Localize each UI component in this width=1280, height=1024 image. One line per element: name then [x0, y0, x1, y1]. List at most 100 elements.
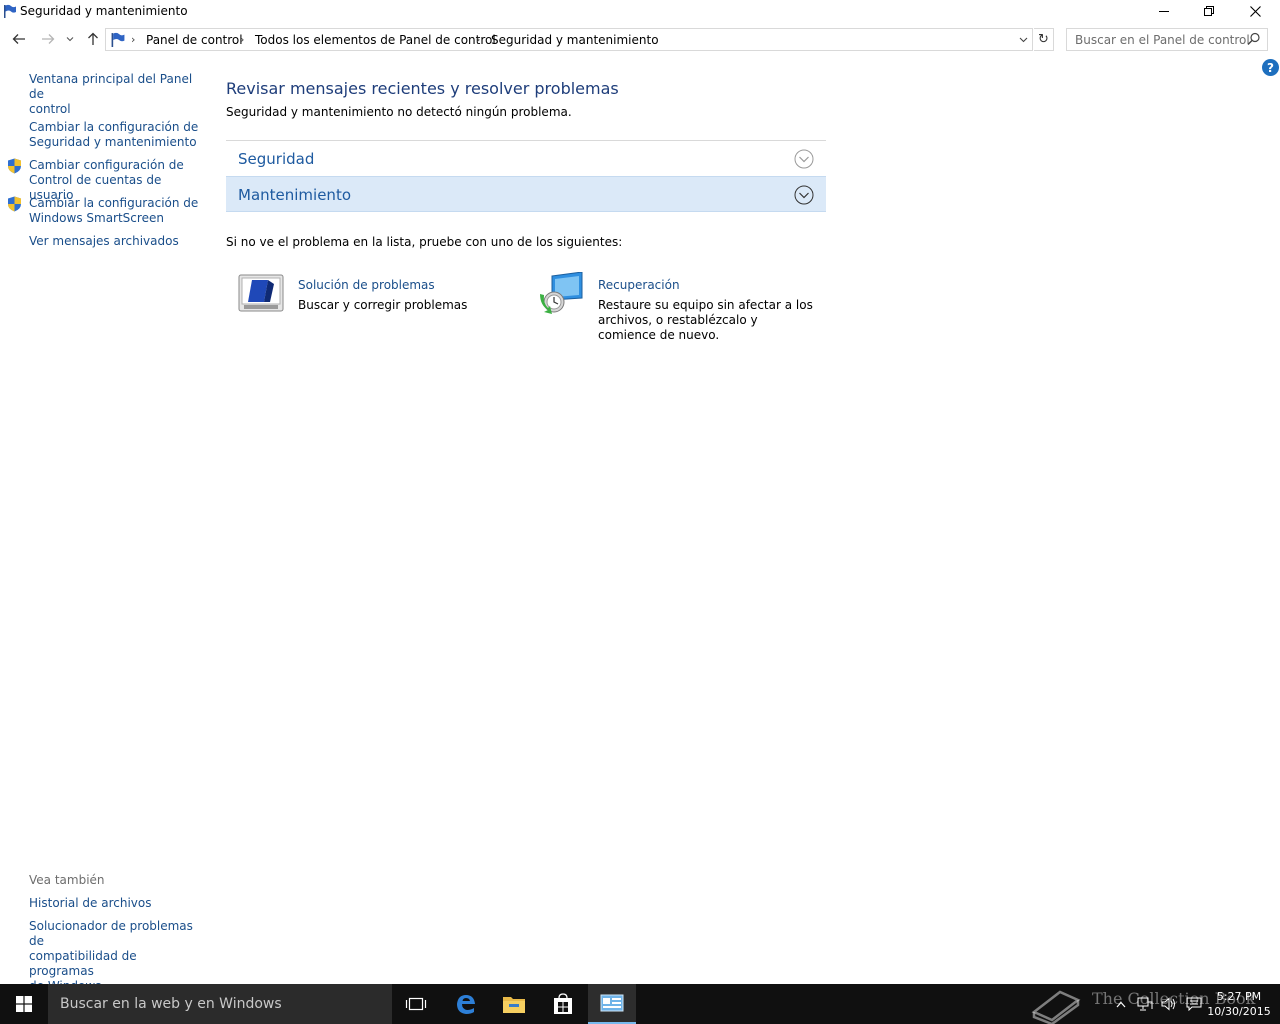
see-also-heading: Vea también [29, 873, 105, 887]
sidebar-link-archived-messages[interactable]: Ver mensajes archivados [29, 234, 199, 249]
sidebar-link-label: Ventana principal del Panel de [29, 72, 193, 101]
breadcrumb-separator[interactable]: › [240, 33, 244, 46]
arrow-left-icon [12, 34, 25, 44]
status-message: Seguridad y mantenimiento no detectó nin… [226, 105, 572, 119]
flag-icon [111, 32, 125, 47]
breadcrumb-separator[interactable]: › [131, 33, 135, 46]
expand-chevron-icon[interactable] [794, 149, 814, 169]
task-desc-line: comience de nuevo. [598, 328, 720, 342]
taskbar-file-explorer-button[interactable] [490, 984, 538, 1024]
volume-tray-button[interactable] [1160, 996, 1178, 1012]
breadcrumb-current[interactable]: Seguridad y mantenimiento [491, 33, 659, 47]
clock-time: 5:27 PM [1216, 990, 1262, 1003]
see-also-file-history[interactable]: Historial de archivos [29, 896, 199, 911]
taskbar: Buscar en la web y en Windows The Collec… [0, 984, 1280, 1024]
restore-button[interactable] [1186, 0, 1232, 22]
page-title: Revisar mensajes recientes y resolver pr… [226, 79, 619, 98]
task-view-button[interactable] [392, 984, 440, 1024]
minimize-button[interactable] [1141, 0, 1187, 22]
folder-icon [503, 997, 525, 1013]
sidebar-link-label: Ver mensajes archivados [29, 234, 179, 248]
task-recovery-link[interactable]: Recuperación [598, 278, 680, 292]
sidebar-link-label: Cambiar la configuración de [29, 120, 199, 134]
sidebar-link-smartscreen[interactable]: Cambiar la configuración de Windows Smar… [29, 196, 199, 226]
control-panel-icon [600, 994, 624, 1012]
taskbar-store-button[interactable] [539, 984, 587, 1024]
sidebar-link-label: Cambiar la configuración de [29, 196, 199, 210]
see-also-compat-troubleshooter[interactable]: Solucionador de problemas de compatibili… [29, 919, 204, 994]
sidebar-link-security-settings[interactable]: Cambiar la configuración de Seguridad y … [29, 120, 199, 150]
breadcrumb-all-items[interactable]: Todos los elementos de Panel de control [255, 33, 496, 47]
recent-locations-button[interactable] [61, 27, 79, 51]
search-icon[interactable] [1247, 32, 1261, 46]
help-icon[interactable]: ? [1262, 59, 1279, 76]
uac-shield-icon [8, 196, 21, 212]
taskbar-control-panel-button[interactable] [588, 984, 636, 1024]
sidebar-link-label: Cambiar configuración de [29, 158, 184, 172]
taskbar-search-input[interactable]: Buscar en la web y en Windows [60, 996, 282, 1012]
refresh-icon: ↻ [1038, 32, 1049, 47]
troubleshooting-icon[interactable] [238, 274, 284, 312]
forward-button[interactable] [37, 27, 59, 51]
action-center-button[interactable] [1185, 996, 1203, 1012]
search-input[interactable]: Buscar en el Panel de control [1075, 33, 1250, 47]
breadcrumb-control-panel[interactable]: Panel de control [146, 33, 243, 47]
sidebar-link-label: Historial de archivos [29, 896, 152, 910]
watermark-book-logo [1031, 990, 1081, 1024]
flag-icon [4, 4, 16, 18]
window-title: Seguridad y mantenimiento [20, 4, 188, 18]
sidebar-link-control-panel-home[interactable]: Ventana principal del Panel de control [29, 72, 199, 117]
section-title: Seguridad [238, 150, 315, 168]
sidebar-link-label: control [29, 102, 71, 116]
expand-chevron-icon[interactable] [794, 185, 814, 205]
taskbar-search-box[interactable]: Buscar en la web y en Windows [48, 984, 392, 1024]
navigation-bar: › Panel de control › Todos los elementos… [0, 27, 1280, 53]
help-hint-text: Si no ve el problema en la lista, pruebe… [226, 235, 623, 249]
chevron-up-icon [1116, 1001, 1126, 1007]
task-desc-line: Restaure su equipo sin afectar a los [598, 298, 813, 312]
task-troubleshooting-desc: Buscar y corregir problemas [298, 298, 468, 312]
show-hidden-icons-button[interactable] [1112, 996, 1130, 1012]
notifications-icon [1186, 997, 1202, 1011]
close-button[interactable] [1232, 0, 1278, 22]
task-troubleshooting-link[interactable]: Solución de problemas [298, 278, 435, 292]
section-maintenance[interactable]: Mantenimiento [226, 176, 826, 212]
up-button[interactable] [82, 27, 104, 51]
breadcrumb-separator[interactable]: › [476, 33, 480, 46]
uac-shield-icon [8, 158, 21, 174]
section-title: Mantenimiento [238, 186, 351, 204]
chevron-down-icon [1019, 37, 1027, 42]
taskbar-clock[interactable]: 5:27 PM 10/30/2015 [1206, 989, 1272, 1019]
network-tray-button[interactable] [1136, 996, 1154, 1012]
sidebar-link-label: Seguridad y mantenimiento [29, 135, 197, 149]
sidebar-link-label: compatibilidad de programas [29, 949, 137, 978]
sidebar-link-label: Solucionador de problemas de [29, 919, 193, 948]
edge-browser-icon [457, 995, 475, 1014]
minimize-icon [1159, 11, 1169, 12]
close-icon [1249, 5, 1261, 17]
task-view-icon [405, 997, 427, 1011]
address-dropdown-button[interactable] [1014, 29, 1032, 50]
address-bar[interactable]: › Panel de control › Todos los elementos… [105, 28, 1033, 51]
speaker-icon [1161, 997, 1175, 1011]
section-security[interactable]: Seguridad [226, 140, 826, 176]
chevron-down-icon [66, 37, 74, 42]
taskbar-edge-button[interactable] [442, 984, 490, 1024]
left-task-pane: Ventana principal del Panel de control C… [0, 60, 205, 993]
back-button[interactable] [8, 27, 30, 51]
windows-logo-icon [16, 996, 32, 1012]
recovery-icon[interactable] [538, 272, 584, 316]
clock-date: 10/30/2015 [1207, 1005, 1271, 1018]
task-recovery-desc: Restaure su equipo sin afectar a los arc… [598, 298, 813, 343]
store-bag-icon [554, 993, 572, 1014]
search-box[interactable]: Buscar en el Panel de control [1066, 28, 1268, 51]
restore-icon [1204, 6, 1214, 16]
refresh-button[interactable]: ↻ [1034, 28, 1054, 51]
start-button[interactable] [0, 984, 48, 1024]
network-icon [1137, 997, 1153, 1011]
arrow-right-icon [42, 34, 55, 44]
sidebar-link-label: Windows SmartScreen [29, 211, 164, 225]
control-panel-window: Seguridad y mantenimiento › Panel de con… [0, 0, 1280, 993]
title-bar: Seguridad y mantenimiento [0, 0, 1280, 24]
task-desc-line: archivos, o restablézcalo y [598, 313, 758, 327]
